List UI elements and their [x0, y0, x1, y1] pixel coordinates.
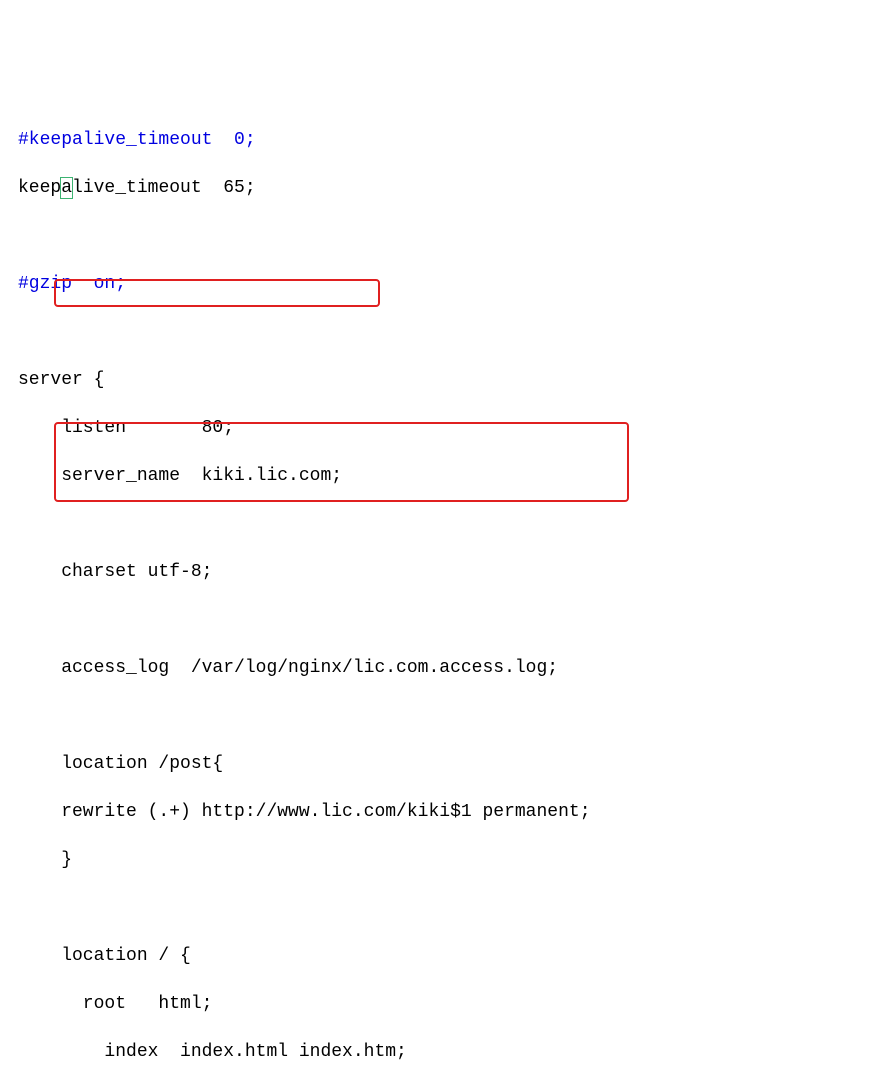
nginx-config-code: #keepalive_timeout 0; keepalive_timeout … [18, 104, 865, 1070]
code-server-open: server { [18, 370, 104, 390]
comment-keepalive-0: #keepalive_timeout 0; [18, 130, 256, 150]
comment-gzip: #gzip on; [18, 274, 126, 294]
code-root: root html; [18, 994, 212, 1014]
code-location-post-close: } [18, 850, 72, 870]
code-access-log: access_log /var/log/nginx/lic.com.access… [18, 658, 558, 678]
code-charset: charset utf-8; [18, 562, 212, 582]
code-listen: listen 80; [18, 418, 234, 438]
code-rewrite: rewrite (.+) http://www.lic.com/kiki$1 p… [18, 802, 591, 822]
code-server-name: server_name kiki.lic.com; [18, 466, 342, 486]
code-index: index index.html index.htm; [18, 1042, 407, 1062]
code-location-root-open: location / { [18, 946, 191, 966]
code-keepalive-prefix: keep [18, 178, 61, 198]
code-location-post-open: location /post{ [18, 754, 223, 774]
code-keepalive-suffix: live_timeout 65; [72, 178, 256, 198]
